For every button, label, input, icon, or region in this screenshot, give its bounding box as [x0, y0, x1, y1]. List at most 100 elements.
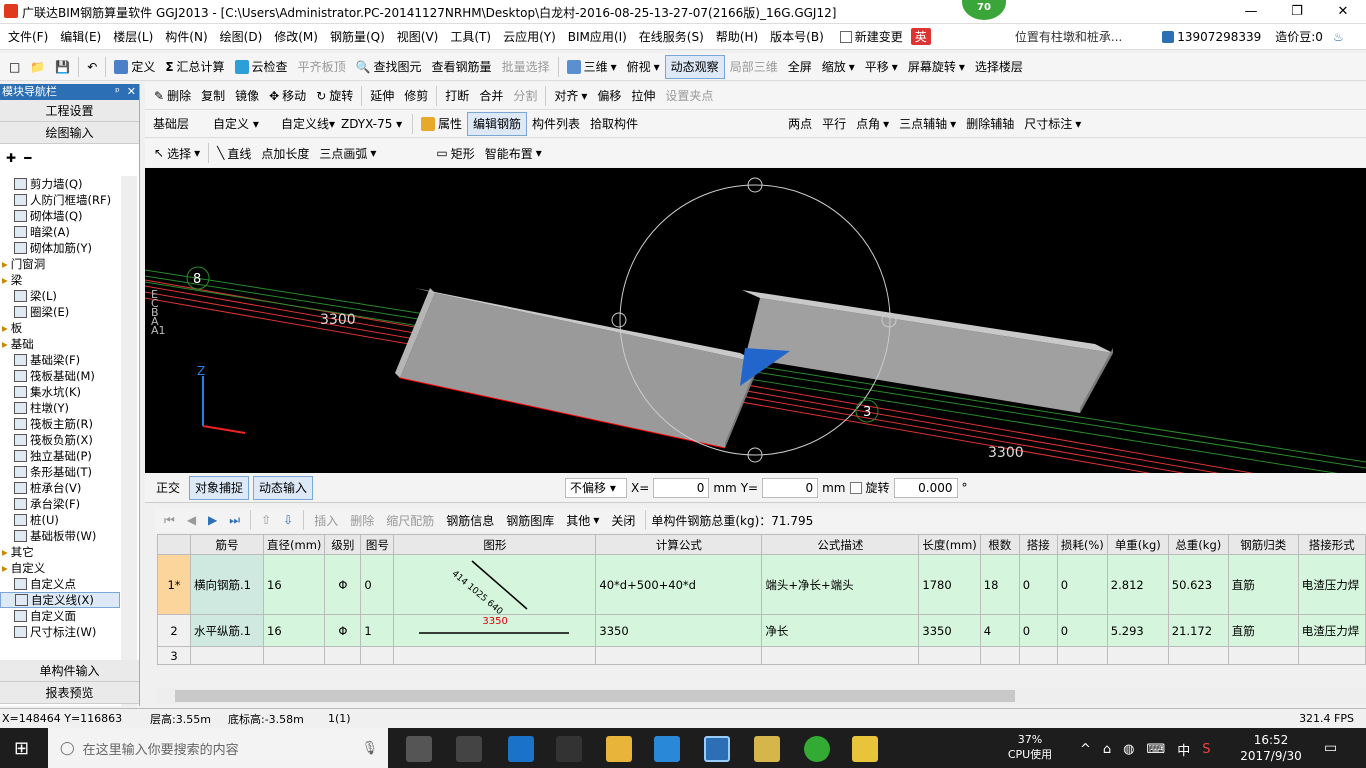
menu-item[interactable]: 构件(N)	[159, 24, 213, 50]
ortho-toggle[interactable]: 正交	[151, 476, 185, 500]
price-bean[interactable]: 造价豆:0	[1275, 28, 1323, 45]
browser-icon[interactable]	[804, 736, 830, 762]
table-cell[interactable]: 横向钢筋.1	[190, 554, 264, 615]
tree-item[interactable]: 承台梁(F)	[0, 496, 120, 512]
table-cell[interactable]: 直筋	[1227, 614, 1299, 647]
save-icon[interactable]: 💾	[50, 55, 75, 79]
table-cell[interactable]	[1106, 646, 1169, 665]
report-preview-button[interactable]: 报表预览	[0, 682, 139, 704]
delete-button[interactable]: ✎ 删除	[149, 84, 196, 108]
taskview-icon[interactable]	[406, 736, 432, 762]
table-cell[interactable]: 2	[157, 614, 191, 647]
rebar-library-button[interactable]: 钢筋图库	[501, 508, 559, 532]
tree-item[interactable]: 桩(U)	[0, 512, 120, 528]
collapse-all-icon[interactable]: ━	[24, 151, 31, 165]
fullscreen-button[interactable]: 全屏	[783, 55, 817, 79]
notes-icon[interactable]	[754, 736, 780, 762]
table-cell[interactable]: 21.172	[1167, 614, 1229, 647]
trim-button[interactable]: 修剪	[399, 84, 433, 108]
view3d-button[interactable]: 三维 ▾	[562, 55, 622, 79]
table-cell[interactable]: 水平纵筋.1	[190, 614, 264, 647]
table-cell[interactable]: 3350	[918, 614, 981, 647]
other-button[interactable]: 其他 ▾	[561, 508, 604, 532]
table-cell[interactable]: 50.623	[1167, 554, 1229, 615]
notice-text[interactable]: 位置有柱墩和桩承...	[1015, 28, 1122, 45]
three-axis-button[interactable]: 三点辅轴 ▾	[894, 112, 961, 136]
table-cell[interactable]: 净长	[761, 614, 920, 647]
menu-item[interactable]: 视图(V)	[391, 24, 445, 50]
dim-button[interactable]: 尺寸标注 ▾	[1019, 112, 1086, 136]
3d-viewport[interactable]: 8 3 3300 3300 E C B A A1 Z	[145, 168, 1366, 473]
table-cell[interactable]	[190, 646, 264, 665]
tree-item[interactable]: 自定义面	[0, 608, 120, 624]
table-cell[interactable]: 5.293	[1106, 614, 1169, 647]
table-cell[interactable]: 1	[360, 614, 395, 647]
prev-record-icon[interactable]: ◀	[182, 508, 201, 532]
maximize-button[interactable]: ❐	[1274, 0, 1320, 24]
find-button[interactable]: 🔍 查找图元	[351, 55, 427, 79]
y-input[interactable]: 0	[762, 477, 819, 498]
tree-item[interactable]: 柱墩(Y)	[0, 400, 120, 416]
new-change-button[interactable]: 新建变更	[835, 26, 907, 47]
offset-button[interactable]: 偏移	[592, 84, 626, 108]
table-cell[interactable]: 1*	[157, 554, 191, 615]
rotate-checkbox[interactable]	[849, 481, 862, 494]
table-cell[interactable]	[1297, 646, 1366, 665]
windows-start-icon[interactable]: ⊞	[14, 738, 29, 759]
table-cell[interactable]	[918, 646, 981, 665]
tree-item[interactable]: 筏板主筋(R)	[0, 416, 120, 432]
tree-group[interactable]: ▸ 其它	[0, 544, 120, 560]
table-cell[interactable]: 0	[1056, 614, 1108, 647]
table-hscrollbar[interactable]	[157, 688, 1366, 704]
store-icon[interactable]	[556, 736, 582, 762]
line-button[interactable]: ╲ 直线	[212, 141, 256, 165]
select-button[interactable]: ↖ 选择 ▾	[149, 141, 205, 165]
insert-button[interactable]: 插入	[309, 508, 343, 532]
table-cell[interactable]: 3350	[393, 614, 597, 647]
edge-icon[interactable]	[508, 736, 534, 762]
props-button[interactable]: 属性	[416, 112, 467, 136]
x-input[interactable]: 0	[653, 477, 710, 498]
top-view-button[interactable]: 俯视 ▾	[622, 55, 665, 79]
grid-close-button[interactable]: 关闭	[606, 508, 640, 532]
tree-item[interactable]: 尺寸标注(W)	[0, 624, 120, 640]
keyboard-icon[interactable]: ⌨	[1147, 742, 1166, 757]
tree-item[interactable]: 筏板负筋(X)	[0, 432, 120, 448]
table-cell[interactable]: 40*d+500+40*d	[595, 554, 763, 615]
align-button[interactable]: 对齐 ▾	[549, 84, 592, 108]
tree-group[interactable]: ▸ 门窗洞	[0, 256, 120, 272]
table-cell[interactable]	[761, 646, 920, 665]
expand-all-icon[interactable]: ✚	[6, 151, 16, 165]
menu-item[interactable]: BIM应用(I)	[562, 24, 633, 50]
single-input-button[interactable]: 单构件输入	[0, 660, 139, 682]
menu-item[interactable]: 编辑(E)	[54, 24, 107, 50]
menu-item[interactable]: 绘图(D)	[214, 24, 269, 50]
tree-scrollbar[interactable]	[121, 176, 137, 724]
table-cell[interactable]: 0	[1056, 554, 1108, 615]
sogou-tray-icon[interactable]: S	[1202, 742, 1210, 757]
align-top-button[interactable]: 平齐板顶	[293, 55, 351, 79]
tree-item[interactable]: 圈梁(E)	[0, 304, 120, 320]
tree-group[interactable]: ▸ 基础	[0, 336, 120, 352]
tree-item[interactable]: 梁(L)	[0, 288, 120, 304]
table-cell[interactable]: 16	[262, 554, 326, 615]
project-settings-button[interactable]: 工程设置	[0, 100, 139, 122]
tree-item[interactable]: 剪力墙(Q)	[0, 176, 120, 192]
tree-item[interactable]: 条形基础(T)	[0, 464, 120, 480]
merge-button[interactable]: 合并	[474, 84, 508, 108]
del-axis-button[interactable]: 删除辅轴	[961, 112, 1019, 136]
table-cell[interactable]: 0	[1018, 614, 1058, 647]
local3d-button[interactable]: 局部三维	[725, 55, 783, 79]
close-button[interactable]: ✕	[1320, 0, 1366, 24]
table-cell[interactable]	[1018, 646, 1058, 665]
table-cell[interactable]	[360, 646, 395, 665]
dynamic-input-toggle[interactable]: 动态输入	[253, 475, 314, 500]
taskbar-search[interactable]: ◯ 在这里输入你要搜索的内容 🎙	[48, 728, 388, 768]
table-cell[interactable]	[979, 646, 1020, 665]
zoom-button[interactable]: 缩放 ▾	[817, 55, 860, 79]
menu-item[interactable]: 帮助(H)	[710, 24, 764, 50]
tree-item[interactable]: 自定义点	[0, 576, 120, 592]
table-cell[interactable]: 2.812	[1106, 554, 1169, 615]
table-cell[interactable]	[1227, 646, 1299, 665]
tree-group[interactable]: ▸ 板	[0, 320, 120, 336]
